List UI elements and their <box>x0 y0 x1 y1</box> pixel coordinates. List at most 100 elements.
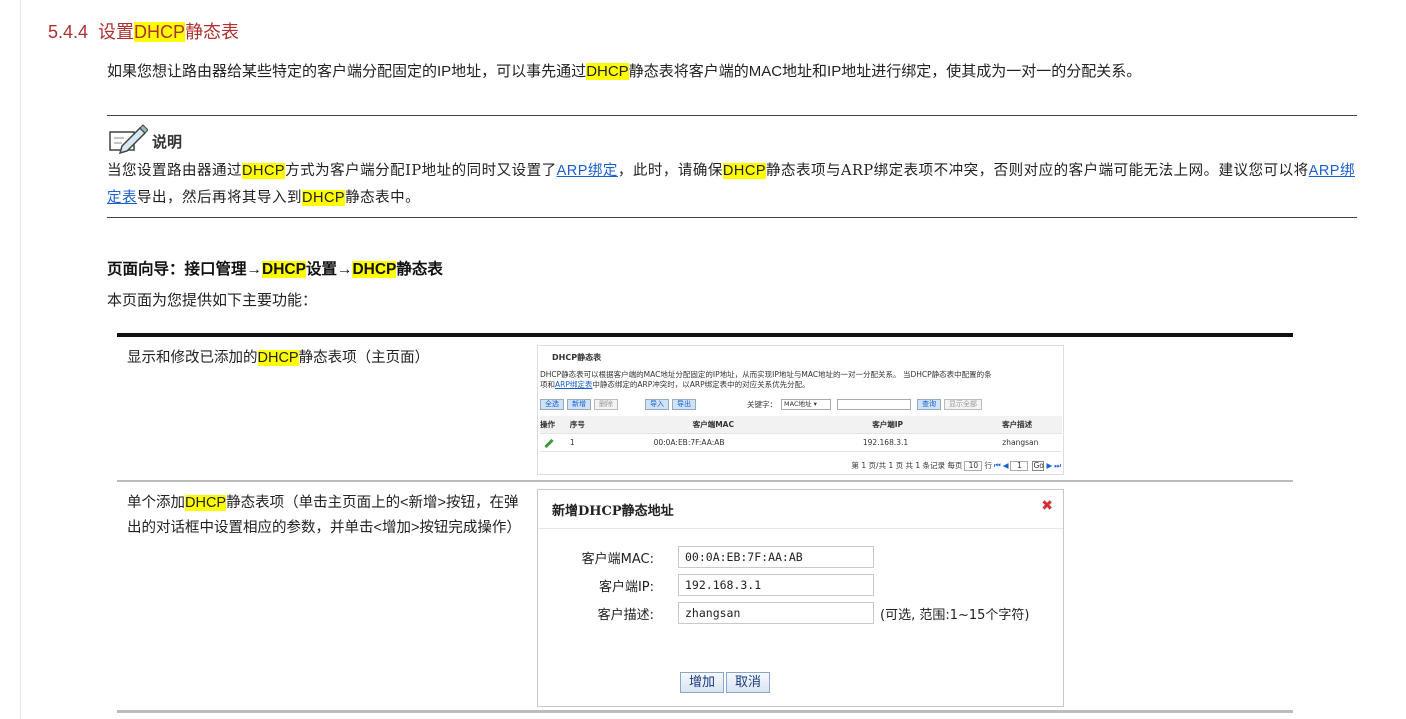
header-client-ip: 客户端IP <box>872 420 904 429</box>
keyword-label: 关键字： <box>747 400 777 409</box>
shot1-desc-pre: 项和 <box>540 380 555 389</box>
note-text-6: 静态表中。 <box>345 190 421 206</box>
description-hint: (可选, 范围:1~15个字符) <box>880 607 1030 623</box>
shot1-desc-post: 中静态绑定的ARP冲突时，以ARP绑定表中的对应关系优先分配。 <box>592 380 810 389</box>
pager-rows-label: 行 <box>984 461 992 470</box>
row1-highlight: DHCP <box>257 350 299 366</box>
intro-text-2: 静态表将客户端的MAC地址和IP地址进行绑定，使其成为一对一的分配关系。 <box>628 63 1142 80</box>
intro-text-1: 如果您想让路由器给某些特定的客户端分配固定的IP地址，可以事先通过 <box>107 63 587 80</box>
header-index: 序号 <box>569 420 585 429</box>
dhcp-static-table-screenshot: DHCP静态表 DHCP静态表可以根据客户端的MAC地址分配固定的IP地址，从而… <box>537 345 1064 475</box>
select-all-button[interactable]: 全选 <box>540 399 564 410</box>
nav-highlight-2: DHCP <box>352 261 397 278</box>
show-all-button[interactable]: 显示全部 <box>944 399 982 410</box>
dialog-title-divider <box>538 528 1063 529</box>
add-button[interactable]: 新增 <box>567 399 591 410</box>
shot1-toolbar: 全选 新增 删除 导入 导出 关键字： MAC地址 ▾ 查询 显示全部 <box>540 398 1062 411</box>
note-text-1: 当您设置路由器通过 <box>107 163 242 179</box>
note-highlight-1: DHCP <box>242 163 286 179</box>
dialog-title: 新增DHCP静态地址 <box>552 504 674 519</box>
function-row-2-description: 单个添加DHCP静态表项（单击主页面上的<新增>按钮，在弹出的对话框中设置相应的… <box>127 491 527 541</box>
note-highlight-3: DHCP <box>302 190 346 206</box>
shot1-table: 操作 序号 客户端MAC 客户端IP 客户描述 1 00:0A:EB:7F:AA… <box>540 416 1062 452</box>
note-bottom-divider <box>107 217 1357 218</box>
shot1-title: DHCP静态表 <box>552 353 602 362</box>
note-text-5: 导出，然后再将其导入到 <box>137 190 302 206</box>
dialog-buttons: 增加 取消 <box>680 672 772 693</box>
ip-input[interactable]: 192.168.3.1 <box>678 574 874 596</box>
cell-index: 1 <box>569 438 575 447</box>
next-page-icon[interactable]: ▶ <box>1046 461 1052 470</box>
note-text-4: 静态表项与ARP绑定表项不冲突，否则对应的客户端可能无法上网。建议您可以将 <box>766 163 1309 179</box>
search-button[interactable]: 查询 <box>917 399 941 410</box>
per-page-input[interactable]: 10 <box>964 460 983 471</box>
nav-suffix: 静态表 <box>396 261 443 278</box>
delete-button[interactable]: 删除 <box>594 399 618 410</box>
mac-label: 客户端MAC: <box>581 551 654 567</box>
add-confirm-button[interactable]: 增加 <box>680 672 725 693</box>
table-header-row: 操作 序号 客户端MAC 客户端IP 客户描述 <box>540 416 1062 434</box>
table-row: 1 00:0A:EB:7F:AA:AB 192.168.3.1 zhangsan <box>540 434 1062 452</box>
function-row-1-description: 显示和修改已添加的DHCP静态表项（主页面） <box>127 346 527 371</box>
section-title-highlight: DHCP <box>134 22 186 42</box>
note-label: 说明 <box>152 134 183 151</box>
cell-description: zhangsan <box>1002 438 1039 447</box>
description-label: 客户描述: <box>597 607 654 623</box>
left-border-line <box>20 0 21 719</box>
description-input[interactable]: zhangsan <box>678 602 874 624</box>
mac-field-row: 客户端MAC: 00:0A:EB:7F:AA:AB <box>558 546 874 568</box>
page-input[interactable]: 1 <box>1010 460 1029 471</box>
cell-ip: 192.168.3.1 <box>862 438 909 447</box>
ip-label: 客户端IP: <box>598 579 654 595</box>
page-navigation-path: 页面向导：接口管理→DHCP设置→DHCP静态表 <box>107 257 443 279</box>
note-text-3: ，此时，请确保 <box>617 163 723 179</box>
table-bottom-border <box>117 710 1293 713</box>
mac-input[interactable]: 00:0A:EB:7F:AA:AB <box>678 546 874 568</box>
note-top-divider <box>107 115 1357 116</box>
pager-text: 第 1 页/共 1 页 共 1 条记录 每页 <box>851 461 963 470</box>
shot1-arp-link[interactable]: ARP绑定表 <box>555 380 592 389</box>
section-heading: 5.4.4 设置DHCP静态表 <box>48 18 239 44</box>
add-dhcp-static-dialog-screenshot: 新增DHCP静态地址 ✖ 客户端MAC: 00:0A:EB:7F:AA:AB 客… <box>537 489 1064 707</box>
note-body: 当您设置路由器通过DHCP方式为客户端分配IP地址的同时又设置了ARP绑定，此时… <box>107 158 1357 212</box>
row2-highlight: DHCP <box>185 495 227 511</box>
intro-highlight: DHCP <box>586 63 629 80</box>
dropdown-arrow-icon: ▾ <box>813 400 817 408</box>
cancel-button[interactable]: 取消 <box>726 672 771 693</box>
table-top-border <box>117 333 1293 337</box>
arp-binding-link[interactable]: ARP绑定 <box>557 163 618 179</box>
note-header: 说明 <box>108 124 182 154</box>
prev-page-icon[interactable]: ◀ <box>1003 461 1009 470</box>
row1-text-post: 静态表项（主页面） <box>298 350 430 366</box>
page-intro-text: 本页面为您提供如下主要功能： <box>107 292 318 309</box>
go-button[interactable]: Go <box>1032 460 1045 471</box>
shot1-desc-line-1: DHCP静态表可以根据客户端的MAC地址分配固定的IP地址，从而实现IP地址与M… <box>540 370 992 379</box>
intro-paragraph: 如果您想让路由器给某些特定的客户端分配固定的IP地址，可以事先通过DHCP静态表… <box>107 58 1357 85</box>
nav-mid: 设置→ <box>305 261 353 278</box>
note-text-2: 方式为客户端分配IP地址的同时又设置了 <box>285 163 557 179</box>
description-field-row: 客户描述: zhangsan (可选, 范围:1~15个字符) <box>558 602 1030 624</box>
shot1-description: DHCP静态表可以根据客户端的MAC地址分配固定的IP地址，从而实现IP地址与M… <box>540 370 1063 390</box>
edit-pencil-icon[interactable] <box>540 438 570 449</box>
ip-field-row: 客户端IP: 192.168.3.1 <box>558 574 874 596</box>
keyword-select[interactable]: MAC地址 ▾ <box>781 399 831 410</box>
first-page-icon[interactable]: ⏮ <box>994 461 1001 471</box>
section-number: 5.4.4 <box>48 22 89 42</box>
header-client-mac: 客户端MAC <box>692 420 734 429</box>
header-operation: 操作 <box>540 420 555 429</box>
last-page-icon[interactable]: ⏭ <box>1054 461 1061 471</box>
nav-highlight-1: DHCP <box>262 261 306 278</box>
import-button[interactable]: 导入 <box>645 399 669 410</box>
section-title-post: 静态表 <box>185 22 240 42</box>
cell-mac: 00:0A:EB:7F:AA:AB <box>653 438 725 447</box>
section-title-pre: 设置 <box>98 22 135 42</box>
header-client-description: 客户描述 <box>1002 420 1033 429</box>
row2-text-pre: 单个添加 <box>127 495 185 511</box>
keyword-input[interactable] <box>837 399 911 410</box>
export-button[interactable]: 导出 <box>672 399 696 410</box>
note-highlight-2: DHCP <box>722 163 766 179</box>
nav-prefix: 页面向导：接口管理→ <box>107 261 263 278</box>
shot1-pagination: 第 1 页/共 1 页 共 1 条记录 每页 10 行 ⏮ ◀ 1 Go ▶ ⏭ <box>852 460 1061 471</box>
table-row-divider <box>117 480 1293 482</box>
close-icon[interactable]: ✖ <box>1041 498 1053 514</box>
